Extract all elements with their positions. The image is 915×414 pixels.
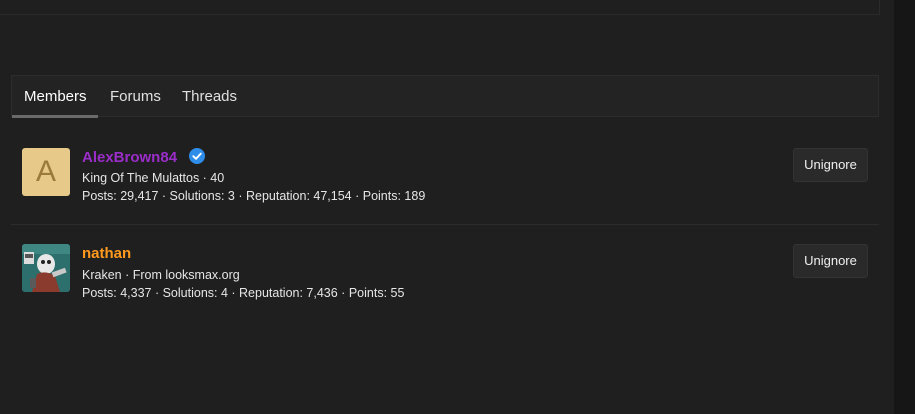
tab-threads[interactable]: Threads — [170, 76, 249, 117]
unignore-button[interactable]: Unignore — [793, 244, 868, 278]
previous-block — [0, 0, 880, 15]
avatar[interactable]: A — [22, 148, 70, 196]
member-title: King Of The Mulattos · 40 — [82, 171, 225, 185]
tab-forums[interactable]: Forums — [98, 76, 173, 117]
scrollbar-track[interactable] — [894, 0, 915, 414]
avatar[interactable] — [22, 244, 70, 292]
member-row: A AlexBrown84 King Of The Mulattos · 40 … — [11, 128, 879, 225]
tabs-bar: Members Forums Threads — [11, 75, 879, 118]
member-title: Kraken · From looksmax.org — [82, 268, 240, 282]
member-stats: Posts: 29,417 · Solutions: 3 · Reputatio… — [82, 189, 426, 203]
tab-members[interactable]: Members — [12, 76, 98, 118]
unignore-button[interactable]: Unignore — [793, 148, 868, 182]
member-stats: Posts: 4,337 · Solutions: 4 · Reputation… — [82, 286, 405, 300]
verified-badge-icon — [189, 148, 205, 164]
avatar-image — [22, 244, 70, 292]
page-area: Members Forums Threads A AlexBrown84 Kin… — [0, 0, 894, 414]
username-link[interactable]: AlexBrown84 — [82, 149, 177, 166]
username-link[interactable]: nathan — [82, 245, 131, 262]
member-row: nathan Kraken · From looksmax.org Posts:… — [11, 225, 879, 322]
